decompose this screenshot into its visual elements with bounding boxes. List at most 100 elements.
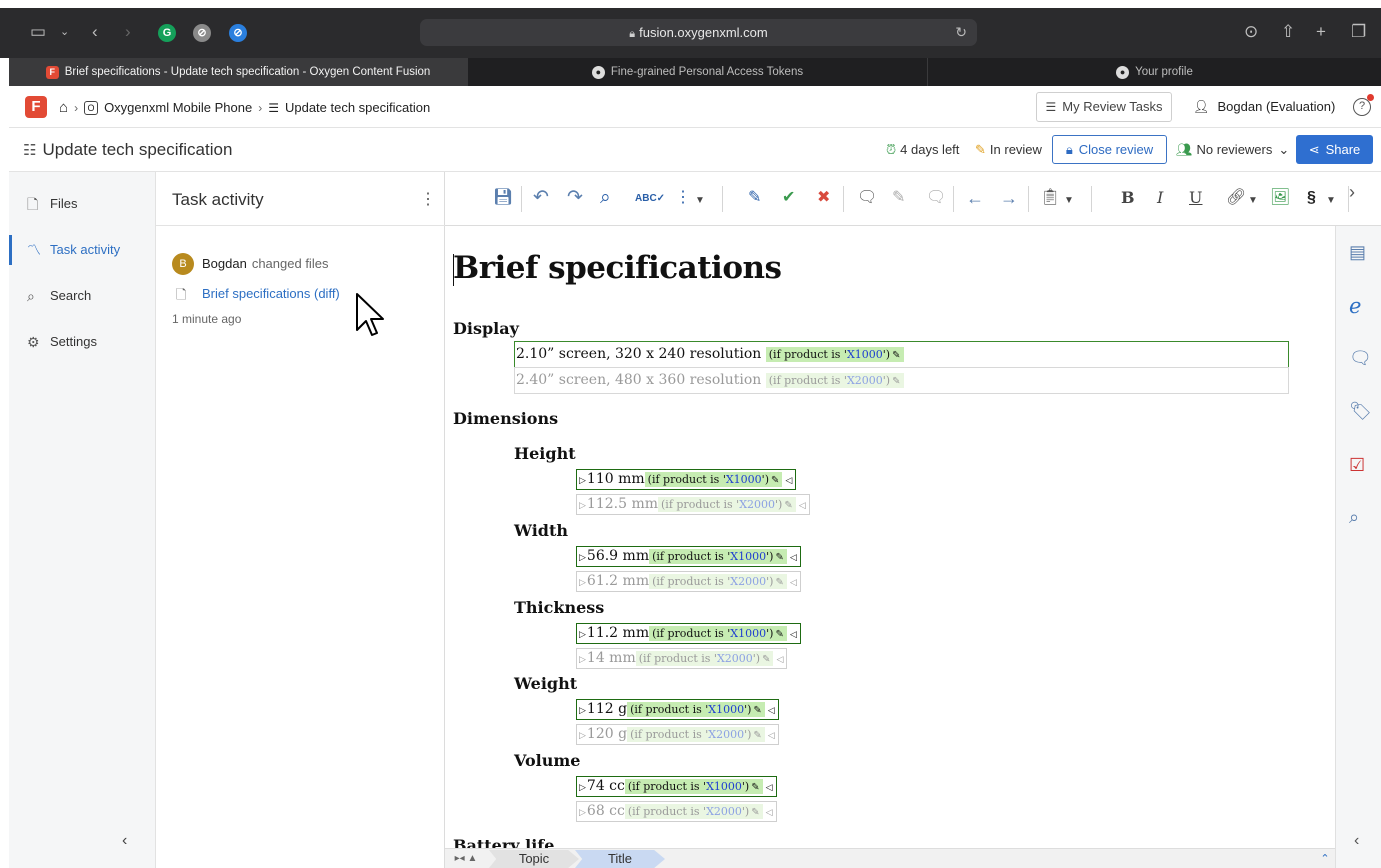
display-heading[interactable]: Display — [453, 319, 519, 338]
edit-condition-icon[interactable]: ✎ — [892, 350, 900, 361]
accept-change-icon[interactable]: ✔ — [782, 189, 795, 207]
save-icon[interactable]: 💾︎ — [493, 189, 513, 207]
chevron-down-icon[interactable]: ⌄ — [60, 22, 69, 42]
edit-condition-icon[interactable]: ✎ — [753, 730, 761, 741]
review-checklist-icon[interactable]: ☑ — [1349, 455, 1365, 476]
breadcrumb-project[interactable]: Oxygenxml Mobile Phone — [104, 100, 252, 115]
reload-icon[interactable]: ↻ — [955, 19, 967, 46]
display-option-x1000[interactable]: 2.10” screen, 320 x 240 resolution (if p… — [514, 341, 1289, 368]
bold-icon[interactable]: B — [1121, 189, 1135, 207]
width-value-x1000[interactable]: ▷56.9 mm (if product is 'X1000') ✎ ◁ — [576, 546, 801, 567]
paste-icon[interactable]: 📋︎ — [1040, 189, 1060, 207]
underline-icon[interactable]: U — [1189, 189, 1202, 207]
review-search-icon[interactable]: ⌕ — [1349, 507, 1359, 528]
expand-up-icon[interactable]: ⌃ — [1317, 850, 1333, 868]
edit-condition-icon[interactable]: ✎ — [775, 629, 783, 640]
reject-change-icon[interactable]: ✖ — [817, 189, 830, 207]
reviewers-dropdown[interactable]: 👥︎ No reviewers ⌄ — [1176, 142, 1289, 158]
edit-condition-icon[interactable]: ✎ — [751, 807, 759, 818]
nav-files[interactable]: 🗋 Files — [9, 181, 156, 227]
sidebar-toggle-icon[interactable]: ▭ — [30, 22, 46, 42]
more-actions-icon[interactable]: ⋮ — [675, 189, 691, 207]
weight-value-x2000[interactable]: ▷120 g (if product is 'X2000') ✎ ◁ — [576, 724, 779, 745]
collapse-right-rail-icon[interactable]: ‹ — [1354, 832, 1359, 850]
edit-condition-icon[interactable]: ✎ — [892, 376, 900, 387]
download-icon[interactable]: ⊙ — [1244, 22, 1258, 42]
share-icon[interactable]: ⇧ — [1281, 22, 1295, 42]
edit-condition-icon[interactable]: ✎ — [771, 475, 779, 486]
edit-condition-icon[interactable]: ✎ — [762, 654, 770, 665]
height-value-x2000[interactable]: ▷112.5 mm (if product is 'X2000') ✎ ◁ — [576, 494, 810, 515]
fusion-logo[interactable]: F — [25, 96, 47, 118]
back-icon[interactable]: ‹ — [92, 22, 98, 42]
home-icon[interactable]: ⌂ — [59, 99, 68, 116]
collapse-sidebar-icon[interactable]: ‹ — [122, 832, 127, 850]
weight-value-x1000[interactable]: ▷112 g (if product is 'X1000') ✎ ◁ — [576, 699, 779, 720]
next-change-icon[interactable]: → — [1000, 189, 1018, 207]
thickness-heading[interactable]: Thickness — [514, 598, 604, 617]
comments-icon[interactable]: 🗨︎ — [1349, 348, 1372, 369]
nav-task-activity[interactable]: 〽 Task activity — [9, 227, 156, 273]
elements-icon[interactable]: ℯ — [1349, 294, 1361, 319]
dropdown-arrow-icon[interactable]: ▼ — [695, 192, 705, 210]
tab-oxygen[interactable]: F Brief specifications - Update tech spe… — [9, 58, 468, 86]
expand-toolbar-icon[interactable]: › — [1349, 182, 1355, 203]
height-value-x1000[interactable]: ▷110 mm (if product is 'X1000') ✎ ◁ — [576, 469, 797, 490]
share-button[interactable]: ⋖ Share — [1296, 135, 1373, 164]
volume-value-x1000[interactable]: ▷74 cc (if product is 'X1000') ✎ ◁ — [576, 776, 777, 797]
edit-condition-icon[interactable]: ✎ — [751, 782, 759, 793]
outline-icon[interactable]: ▤ — [1349, 242, 1366, 263]
my-review-tasks-button[interactable]: ☰ My Review Tasks — [1036, 92, 1172, 122]
breadcrumb-task[interactable]: Update tech specification — [285, 100, 430, 115]
add-comment-icon[interactable]: 🗨︎ — [857, 189, 877, 207]
document-title[interactable]: Brief specifications — [453, 250, 782, 286]
weight-heading[interactable]: Weight — [514, 674, 577, 693]
section-icon[interactable]: § — [1307, 189, 1316, 207]
nav-settings[interactable]: ⚙ Settings — [9, 319, 156, 365]
edit-condition-icon[interactable]: ✎ — [775, 552, 783, 563]
close-review-button[interactable]: 🔒︎ Close review — [1052, 135, 1167, 164]
new-tab-icon[interactable]: + — [1316, 22, 1326, 42]
edit-condition-icon[interactable]: ✎ — [784, 500, 792, 511]
image-icon[interactable]: 🖼︎ — [1270, 189, 1290, 207]
nav-search[interactable]: ⌕ Search — [9, 273, 156, 319]
redo-icon[interactable]: ↷ — [567, 188, 583, 207]
address-bar[interactable]: 🔒︎ fusion.oxygenxml.com ↻ — [420, 19, 977, 46]
breadcrumb-topic[interactable]: Topic — [489, 850, 579, 868]
tab-tokens[interactable]: ● Fine-grained Personal Access Tokens — [468, 58, 928, 86]
dropdown-arrow-icon[interactable]: ▼ — [1064, 192, 1074, 210]
height-heading[interactable]: Height — [514, 444, 576, 463]
dimensions-heading[interactable]: Dimensions — [453, 409, 558, 428]
compass-extension-icon[interactable]: ⊘ — [229, 24, 247, 42]
tags-icon[interactable]: 🏷︎ — [1349, 401, 1372, 422]
file-diff-link[interactable]: Brief specifications (diff) — [202, 286, 340, 301]
tab-overview-icon[interactable]: ❐ — [1351, 22, 1366, 42]
user-menu[interactable]: 👤︎ Bogdan (Evaluation) — [1193, 99, 1335, 115]
find-icon[interactable]: ⌕ — [600, 188, 611, 207]
tab-profile[interactable]: ● Your profile — [928, 58, 1381, 86]
forward-icon[interactable]: › — [125, 22, 131, 42]
battery-life-heading[interactable]: Battery life — [453, 836, 554, 848]
edit-comment-icon[interactable]: ✎ — [892, 189, 905, 207]
help-icon[interactable]: ? — [1353, 94, 1374, 116]
breadcrumb-title[interactable]: Title — [575, 850, 665, 868]
link-icon[interactable]: 🔗︎ — [1226, 189, 1246, 207]
thickness-value-x1000[interactable]: ▷11.2 mm (if product is 'X1000') ✎ ◁ — [576, 623, 801, 644]
width-value-x2000[interactable]: ▷61.2 mm (if product is 'X2000') ✎ ◁ — [576, 571, 801, 592]
document-editor[interactable]: Brief specifications Display 2.10” scree… — [445, 226, 1335, 848]
display-option-x2000[interactable]: 2.40” screen, 480 x 360 resolution (if p… — [514, 367, 1289, 394]
italic-icon[interactable]: I — [1157, 189, 1163, 207]
undo-icon[interactable]: ↶ — [533, 188, 549, 207]
reply-comment-icon[interactable]: 🗨︎ — [926, 189, 946, 207]
dropdown-arrow-icon[interactable]: ▼ — [1248, 192, 1258, 210]
width-heading[interactable]: Width — [514, 521, 568, 540]
dropdown-arrow-icon[interactable]: ▼ — [1326, 192, 1336, 210]
thickness-value-x2000[interactable]: ▷14 mm (if product is 'X2000') ✎ ◁ — [576, 648, 788, 669]
more-options-icon[interactable]: ⋮ — [420, 189, 436, 209]
edit-condition-icon[interactable]: ✎ — [753, 705, 761, 716]
track-changes-icon[interactable]: ✎ — [748, 189, 761, 207]
volume-value-x2000[interactable]: ▷68 cc (if product is 'X2000') ✎ ◁ — [576, 801, 777, 822]
spellcheck-icon[interactable]: ABC✓ — [635, 190, 665, 208]
volume-heading[interactable]: Volume — [514, 751, 580, 770]
blocker-extension-icon[interactable]: ⊘ — [193, 24, 211, 42]
